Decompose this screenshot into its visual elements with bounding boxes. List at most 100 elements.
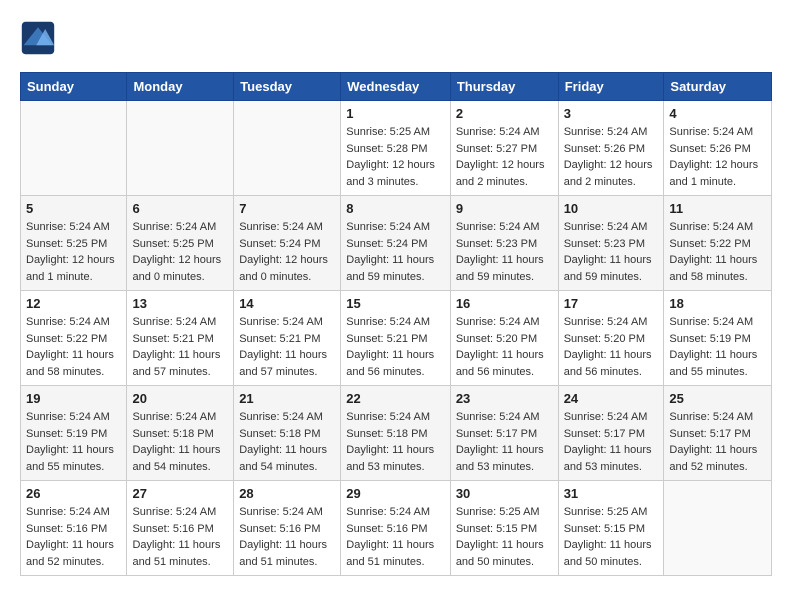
day-number: 22	[346, 391, 445, 406]
day-info: Sunrise: 5:25 AM Sunset: 5:15 PM Dayligh…	[456, 504, 553, 570]
logo-icon	[20, 20, 56, 56]
day-number: 25	[669, 391, 766, 406]
logo	[20, 20, 60, 56]
day-number: 21	[239, 391, 335, 406]
day-info: Sunrise: 5:24 AM Sunset: 5:25 PM Dayligh…	[26, 219, 121, 285]
weekday-header-saturday: Saturday	[664, 73, 772, 101]
day-number: 27	[132, 486, 228, 501]
day-info: Sunrise: 5:24 AM Sunset: 5:18 PM Dayligh…	[346, 409, 445, 475]
calendar-cell: 3Sunrise: 5:24 AM Sunset: 5:26 PM Daylig…	[558, 101, 664, 196]
day-info: Sunrise: 5:25 AM Sunset: 5:15 PM Dayligh…	[564, 504, 659, 570]
day-info: Sunrise: 5:24 AM Sunset: 5:18 PM Dayligh…	[132, 409, 228, 475]
day-number: 12	[26, 296, 121, 311]
week-row-1: 1 Sunrise: 5:25 AM Sunset: 5:28 PM Daylig…	[21, 101, 772, 196]
day-number: 29	[346, 486, 445, 501]
calendar-cell	[234, 101, 341, 196]
calendar-cell: 23 Sunrise: 5:24 AM Sunset: 5:17 PM Dayli…	[450, 386, 558, 481]
day-info: Sunrise: 5:24 AM Sunset: 5:24 PM Dayligh…	[346, 219, 445, 285]
day-info: Sunrise: 5:24 AM Sunset: 5:19 PM Dayligh…	[669, 314, 766, 380]
day-number: 5	[26, 201, 121, 216]
day-number: 19	[26, 391, 121, 406]
weekday-header-tuesday: Tuesday	[234, 73, 341, 101]
page-header	[20, 20, 772, 56]
calendar-cell: 4 Sunrise: 5:24 AM Sunset: 5:26 PM Daylig…	[664, 101, 772, 196]
day-number: 15	[346, 296, 445, 311]
day-info: Sunrise: 5:24 AM Sunset: 5:25 PM Dayligh…	[132, 219, 228, 285]
calendar-cell: 12Sunrise: 5:24 AM Sunset: 5:22 PM Dayli…	[21, 291, 127, 386]
day-info: Sunrise: 5:24 AM Sunset: 5:17 PM Dayligh…	[456, 409, 553, 475]
day-info: Sunrise: 5:24 AM Sunset: 5:23 PM Dayligh…	[564, 219, 659, 285]
calendar-cell: 31 Sunrise: 5:25 AM Sunset: 5:15 PM Dayli…	[558, 481, 664, 576]
day-number: 8	[346, 201, 445, 216]
day-info: Sunrise: 5:24 AM Sunset: 5:26 PM Dayligh…	[669, 124, 766, 190]
week-row-5: 26 Sunrise: 5:24 AM Sunset: 5:16 PM Dayli…	[21, 481, 772, 576]
calendar-cell: 13Sunrise: 5:24 AM Sunset: 5:21 PM Dayli…	[127, 291, 234, 386]
week-row-4: 19 Sunrise: 5:24 AM Sunset: 5:19 PM Dayli…	[21, 386, 772, 481]
calendar-cell: 2Sunrise: 5:24 AM Sunset: 5:27 PM Daylig…	[450, 101, 558, 196]
day-info: Sunrise: 5:24 AM Sunset: 5:16 PM Dayligh…	[26, 504, 121, 570]
weekday-header-sunday: Sunday	[21, 73, 127, 101]
day-info: Sunrise: 5:24 AM Sunset: 5:17 PM Dayligh…	[669, 409, 766, 475]
calendar-cell: 17 Sunrise: 5:24 AM Sunset: 5:20 PM Dayli…	[558, 291, 664, 386]
day-number: 26	[26, 486, 121, 501]
calendar-cell: 20 Sunrise: 5:24 AM Sunset: 5:18 PM Dayli…	[127, 386, 234, 481]
day-number: 24	[564, 391, 659, 406]
day-number: 17	[564, 296, 659, 311]
day-number: 10	[564, 201, 659, 216]
weekday-header-wednesday: Wednesday	[341, 73, 451, 101]
calendar-cell: 1 Sunrise: 5:25 AM Sunset: 5:28 PM Daylig…	[341, 101, 451, 196]
calendar-cell: 9 Sunrise: 5:24 AM Sunset: 5:23 PM Daylig…	[450, 196, 558, 291]
day-number: 23	[456, 391, 553, 406]
day-info: Sunrise: 5:24 AM Sunset: 5:20 PM Dayligh…	[564, 314, 659, 380]
day-info: Sunrise: 5:24 AM Sunset: 5:21 PM Dayligh…	[239, 314, 335, 380]
day-number: 14	[239, 296, 335, 311]
day-number: 20	[132, 391, 228, 406]
day-number: 1	[346, 106, 445, 121]
calendar-cell: 26 Sunrise: 5:24 AM Sunset: 5:16 PM Dayli…	[21, 481, 127, 576]
day-info: Sunrise: 5:24 AM Sunset: 5:21 PM Dayligh…	[346, 314, 445, 380]
calendar-cell: 11 Sunrise: 5:24 AM Sunset: 5:22 PM Dayli…	[664, 196, 772, 291]
calendar-cell: 18 Sunrise: 5:24 AM Sunset: 5:19 PM Dayli…	[664, 291, 772, 386]
calendar-cell: 6 Sunrise: 5:24 AM Sunset: 5:25 PM Daylig…	[127, 196, 234, 291]
weekday-header-thursday: Thursday	[450, 73, 558, 101]
weekday-header-monday: Monday	[127, 73, 234, 101]
day-info: Sunrise: 5:24 AM Sunset: 5:17 PM Dayligh…	[564, 409, 659, 475]
day-info: Sunrise: 5:24 AM Sunset: 5:26 PM Dayligh…	[564, 124, 659, 190]
calendar-cell: 7 Sunrise: 5:24 AM Sunset: 5:24 PM Daylig…	[234, 196, 341, 291]
day-number: 16	[456, 296, 553, 311]
day-info: Sunrise: 5:24 AM Sunset: 5:19 PM Dayligh…	[26, 409, 121, 475]
day-number: 18	[669, 296, 766, 311]
calendar-cell: 5 Sunrise: 5:24 AM Sunset: 5:25 PM Daylig…	[21, 196, 127, 291]
calendar-cell: 28 Sunrise: 5:24 AM Sunset: 5:16 PM Dayli…	[234, 481, 341, 576]
calendar-cell: 24 Sunrise: 5:24 AM Sunset: 5:17 PM Dayli…	[558, 386, 664, 481]
calendar-cell: 19 Sunrise: 5:24 AM Sunset: 5:19 PM Dayli…	[21, 386, 127, 481]
day-number: 2	[456, 106, 553, 121]
calendar-cell: 14 Sunrise: 5:24 AM Sunset: 5:21 PM Dayli…	[234, 291, 341, 386]
calendar-table: SundayMondayTuesdayWednesdayThursdayFrid…	[20, 72, 772, 576]
day-number: 7	[239, 201, 335, 216]
day-number: 28	[239, 486, 335, 501]
week-row-2: 5 Sunrise: 5:24 AM Sunset: 5:25 PM Daylig…	[21, 196, 772, 291]
day-number: 31	[564, 486, 659, 501]
day-info: Sunrise: 5:24 AM Sunset: 5:16 PM Dayligh…	[132, 504, 228, 570]
calendar-cell: 10 Sunrise: 5:24 AM Sunset: 5:23 PM Dayli…	[558, 196, 664, 291]
calendar-cell	[127, 101, 234, 196]
calendar-cell: 30 Sunrise: 5:25 AM Sunset: 5:15 PM Dayli…	[450, 481, 558, 576]
day-number: 9	[456, 201, 553, 216]
day-info: Sunrise: 5:24 AM Sunset: 5:24 PM Dayligh…	[239, 219, 335, 285]
calendar-cell	[664, 481, 772, 576]
day-info: Sunrise: 5:24 AM Sunset: 5:21 PM Dayligh…	[132, 314, 228, 380]
day-info: Sunrise: 5:24 AM Sunset: 5:18 PM Dayligh…	[239, 409, 335, 475]
day-number: 11	[669, 201, 766, 216]
day-info: Sunrise: 5:25 AM Sunset: 5:28 PM Dayligh…	[346, 124, 445, 190]
day-number: 30	[456, 486, 553, 501]
calendar-cell: 16 Sunrise: 5:24 AM Sunset: 5:20 PM Dayli…	[450, 291, 558, 386]
day-number: 4	[669, 106, 766, 121]
day-info: Sunrise: 5:24 AM Sunset: 5:20 PM Dayligh…	[456, 314, 553, 380]
calendar-cell: 27 Sunrise: 5:24 AM Sunset: 5:16 PM Dayli…	[127, 481, 234, 576]
day-info: Sunrise: 5:24 AM Sunset: 5:16 PM Dayligh…	[239, 504, 335, 570]
weekday-header-friday: Friday	[558, 73, 664, 101]
day-info: Sunrise: 5:24 AM Sunset: 5:23 PM Dayligh…	[456, 219, 553, 285]
day-info: Sunrise: 5:24 AM Sunset: 5:22 PM Dayligh…	[669, 219, 766, 285]
day-number: 6	[132, 201, 228, 216]
